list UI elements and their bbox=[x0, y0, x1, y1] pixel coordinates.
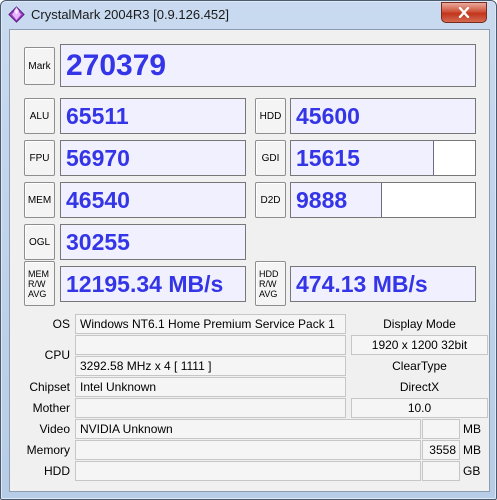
mem-rw-avg-score: 12195.34 MB/s bbox=[60, 266, 246, 302]
fpu-score: 56970 bbox=[60, 140, 246, 176]
display-mode-label: Display Mode bbox=[383, 317, 456, 331]
hdd-rw-avg-label: HDD R/W AVG bbox=[255, 261, 286, 306]
gdi-label: GDI bbox=[255, 140, 286, 176]
mem-rw-avg-label-line: AVG bbox=[28, 288, 47, 299]
crystalmark-window: CrystalMark 2004R3 [0.9.126.452] Mark 27… bbox=[0, 0, 497, 500]
mem-rw-avg-label: MEM R/W AVG bbox=[24, 261, 55, 306]
close-button[interactable] bbox=[441, 2, 487, 23]
hdd-label: HDD bbox=[255, 98, 286, 134]
mem-label: MEM bbox=[24, 182, 55, 218]
os-label: OS bbox=[52, 317, 70, 331]
hdd-score: 45600 bbox=[290, 98, 476, 134]
memory-label: Memory bbox=[26, 443, 70, 457]
memory-unit: MB bbox=[463, 443, 481, 457]
cpu-label: CPU bbox=[44, 348, 70, 362]
mother-label: Mother bbox=[32, 401, 70, 415]
ogl-label: OGL bbox=[24, 224, 55, 260]
memory-field bbox=[75, 440, 421, 460]
alu-label: ALU bbox=[24, 98, 55, 134]
hdd-size-field bbox=[422, 461, 460, 481]
cpu-field-line1 bbox=[75, 335, 346, 355]
hdd-rw-avg-label-line: R/W bbox=[259, 278, 277, 289]
close-icon bbox=[458, 7, 470, 18]
crystalmark-app-icon bbox=[8, 6, 25, 23]
mem-rw-avg-label-line: R/W bbox=[28, 278, 46, 289]
gdi-score: 15615 bbox=[290, 140, 476, 176]
d2d-value: 9888 bbox=[296, 186, 348, 213]
memory-size-field: 3558 bbox=[422, 440, 460, 460]
cpu-field-line2: 3292.58 MHz x 4 [ 1111 ] bbox=[75, 356, 346, 376]
alu-score: 65511 bbox=[60, 98, 246, 134]
chipset-field: Intel Unknown bbox=[75, 377, 346, 397]
video-size-field bbox=[422, 419, 460, 439]
directx-label: DirectX bbox=[399, 380, 440, 394]
fpu-value: 56970 bbox=[66, 144, 130, 171]
hdd-rw-avg-value: 474.13 MB/s bbox=[296, 270, 428, 297]
main-panel: Mark 270379 ALU 65511 FPU 56970 MEM 4654… bbox=[9, 29, 490, 492]
gdi-value: 15615 bbox=[296, 144, 360, 171]
video-label: Video bbox=[39, 422, 70, 436]
hdd-info-field bbox=[75, 461, 421, 481]
mem-value: 46540 bbox=[66, 186, 130, 213]
hdd-value: 45600 bbox=[296, 102, 360, 129]
mother-field bbox=[75, 398, 346, 418]
fpu-label: FPU bbox=[24, 140, 55, 176]
ogl-score: 30255 bbox=[60, 224, 246, 260]
mark-label: Mark bbox=[24, 47, 55, 85]
chipset-label: Chipset bbox=[29, 380, 70, 394]
video-field: NVIDIA Unknown bbox=[75, 419, 421, 439]
os-field: Windows NT6.1 Home Premium Service Pack … bbox=[75, 314, 346, 334]
hdd-info-unit: GB bbox=[463, 464, 481, 478]
hdd-info-label: HDD bbox=[44, 464, 70, 478]
title-bar[interactable]: CrystalMark 2004R3 [0.9.126.452] bbox=[1, 1, 496, 29]
d2d-label: D2D bbox=[255, 182, 286, 218]
ogl-value: 30255 bbox=[66, 228, 130, 255]
mem-score: 46540 bbox=[60, 182, 246, 218]
cleartype-label: ClearType bbox=[392, 359, 447, 373]
mem-rw-avg-label-line: MEM bbox=[28, 268, 49, 279]
mark-score: 270379 bbox=[60, 44, 476, 87]
video-unit: MB bbox=[463, 422, 481, 436]
mark-value: 270379 bbox=[66, 48, 167, 82]
d2d-score: 9888 bbox=[290, 182, 476, 218]
hdd-rw-avg-label-line: AVG bbox=[259, 288, 278, 299]
hdd-rw-avg-label-line: HDD bbox=[259, 268, 279, 279]
window-title: CrystalMark 2004R3 [0.9.126.452] bbox=[31, 7, 229, 22]
hdd-rw-avg-score: 474.13 MB/s bbox=[290, 266, 476, 302]
alu-value: 65511 bbox=[66, 102, 129, 129]
mem-rw-avg-value: 12195.34 MB/s bbox=[66, 270, 224, 297]
directx-field: 10.0 bbox=[351, 398, 488, 418]
display-mode-field: 1920 x 1200 32bit bbox=[351, 335, 488, 355]
